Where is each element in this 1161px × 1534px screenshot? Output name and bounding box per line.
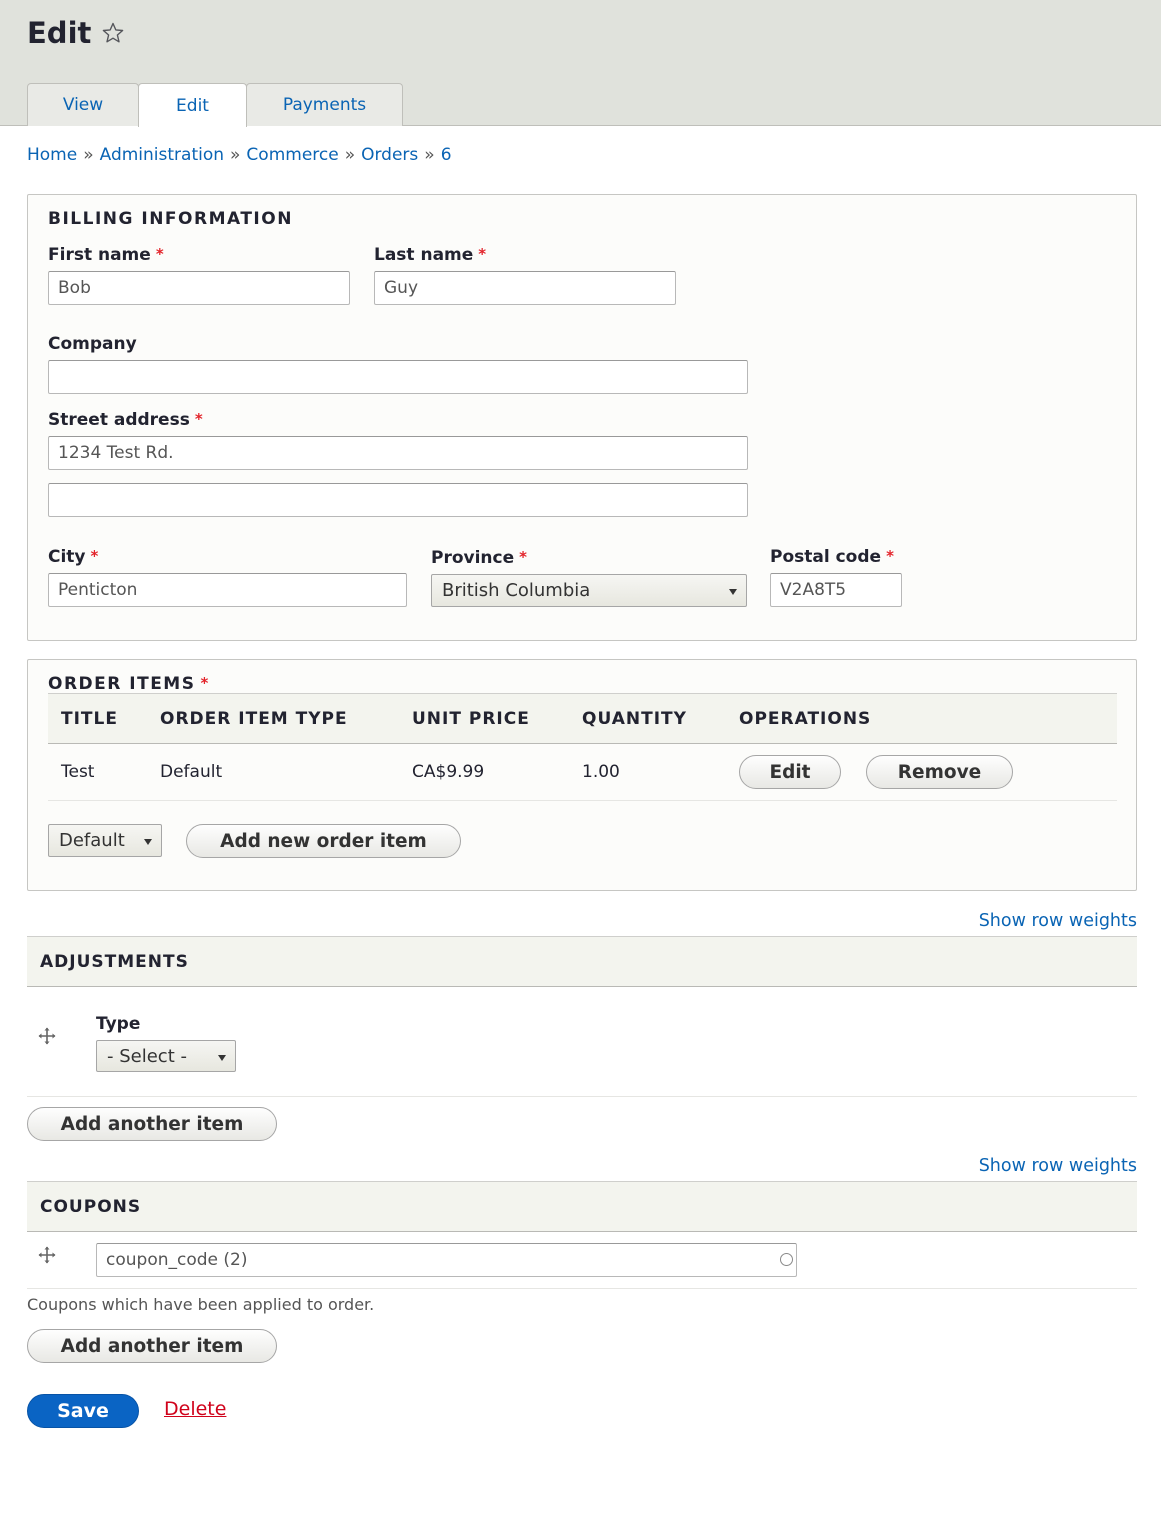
table-row: Test Default CA$9.99 1.00 Edit Remove: [48, 744, 1117, 801]
add-new-order-item-button[interactable]: Add new order item: [186, 824, 461, 858]
order-items-table-header: TITLE ORDER ITEM TYPE UNIT PRICE QUANTIT…: [48, 693, 1117, 744]
edit-order-item-button[interactable]: Edit: [739, 755, 841, 789]
adjustments-add-another-item-button[interactable]: Add another item: [27, 1107, 277, 1141]
breadcrumb: Home» Administration» Commerce» Orders» 6: [27, 145, 452, 165]
postal-code-field[interactable]: [770, 573, 902, 607]
breadcrumb-orders[interactable]: Orders: [361, 145, 418, 165]
star-icon[interactable]: [101, 21, 125, 45]
order-item-type-select[interactable]: Default: [48, 824, 162, 857]
breadcrumb-order-6[interactable]: 6: [441, 145, 452, 165]
tab-edit[interactable]: Edit: [138, 83, 247, 127]
tab-payments[interactable]: Payments: [246, 83, 403, 126]
breadcrumb-administration[interactable]: Administration: [100, 145, 224, 165]
adjustment-type-select[interactable]: - Select -: [96, 1040, 236, 1072]
tab-view[interactable]: View: [27, 83, 139, 126]
column-header-quantity: QUANTITY: [582, 709, 687, 729]
order-item-title: Test: [61, 762, 95, 782]
adjustments-heading: ADJUSTMENTS: [40, 952, 189, 972]
adjustment-type-label: Type: [96, 1014, 141, 1034]
postal-code-label: Postal code *: [770, 547, 894, 567]
billing-information-fieldset: BILLING INFORMATION First name* Last nam…: [27, 194, 1137, 641]
page-title: Edit: [27, 16, 92, 50]
last-name-field[interactable]: [374, 271, 676, 305]
remove-order-item-button[interactable]: Remove: [866, 755, 1013, 789]
street-address-field[interactable]: [48, 436, 748, 470]
autocomplete-throbber-icon: [780, 1253, 793, 1266]
chevron-down-icon: [729, 589, 737, 595]
adjustments-row-divider: [27, 1096, 1137, 1097]
breadcrumb-home[interactable]: Home: [27, 145, 77, 165]
billing-legend: BILLING INFORMATION: [48, 209, 293, 229]
coupon-autocomplete-wrapper: [96, 1243, 797, 1277]
save-button[interactable]: Save: [27, 1394, 139, 1428]
order-item-type-selected-value: Default: [59, 830, 125, 851]
last-name-label: Last name *: [374, 245, 487, 265]
adjustment-type-selected-value: - Select -: [107, 1045, 187, 1067]
coupons-description: Coupons which have been applied to order…: [27, 1295, 375, 1314]
drag-handle-icon[interactable]: [38, 1027, 56, 1045]
drag-handle-icon[interactable]: [38, 1246, 56, 1264]
company-label: Company: [48, 334, 137, 354]
city-label: City *: [48, 547, 99, 567]
coupons-add-another-item-button[interactable]: Add another item: [27, 1329, 277, 1363]
order-item-type: Default: [160, 762, 223, 782]
breadcrumb-commerce[interactable]: Commerce: [246, 145, 338, 165]
column-header-title: TITLE: [61, 709, 118, 729]
company-field[interactable]: [48, 360, 748, 394]
street-address-line2-field[interactable]: [48, 483, 748, 517]
delete-link[interactable]: Delete: [164, 1398, 226, 1420]
coupons-heading: COUPONS: [40, 1197, 142, 1217]
city-field[interactable]: [48, 573, 407, 607]
order-item-unit-price: CA$9.99: [412, 762, 485, 782]
order-items-legend: ORDER ITEMS *: [48, 674, 210, 694]
column-header-order-item-type: ORDER ITEM TYPE: [160, 709, 348, 729]
chevron-down-icon: [218, 1055, 226, 1061]
order-item-quantity: 1.00: [582, 762, 620, 782]
street-address-label: Street address *: [48, 410, 203, 430]
coupons-header: COUPONS: [27, 1181, 1137, 1232]
coupon-code-field[interactable]: [96, 1243, 797, 1277]
coupons-row-divider: [27, 1288, 1137, 1289]
province-selected-value: British Columbia: [442, 580, 591, 601]
column-header-unit-price: UNIT PRICE: [412, 709, 530, 729]
order-items-fieldset: ORDER ITEMS * TITLE ORDER ITEM TYPE UNIT …: [27, 659, 1137, 891]
province-label: Province *: [431, 548, 527, 568]
adjustments-show-row-weights-link[interactable]: Show row weights: [979, 911, 1137, 931]
province-select[interactable]: British Columbia: [431, 574, 747, 607]
column-header-operations: OPERATIONS: [739, 709, 872, 729]
primary-tabs: View Edit Payments: [27, 83, 403, 127]
first-name-field[interactable]: [48, 271, 350, 305]
coupons-show-row-weights-link[interactable]: Show row weights: [979, 1156, 1137, 1176]
first-name-label: First name *: [48, 245, 164, 265]
page-header: Edit View Edit Payments: [0, 0, 1161, 127]
adjustments-header: ADJUSTMENTS: [27, 936, 1137, 987]
chevron-down-icon: [144, 839, 152, 845]
